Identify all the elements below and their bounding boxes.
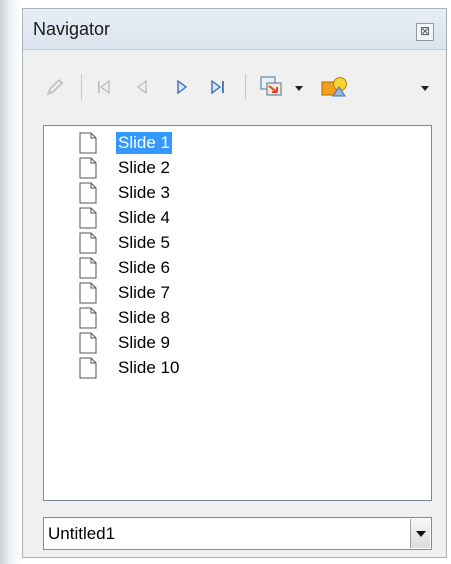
tree-item-slide-9[interactable]: Slide 9: [78, 330, 172, 355]
page-icon: [79, 132, 97, 153]
navigator-toolbar: [23, 67, 446, 107]
tree-item-label: Slide 9: [118, 332, 170, 352]
previous-slide-icon: [136, 79, 147, 95]
page-icon: [79, 332, 97, 353]
document-select-button[interactable]: [410, 519, 430, 548]
pencil-icon: [46, 78, 64, 96]
tree-item-label: Slide 8: [118, 307, 170, 327]
tree-item-label: Slide 10: [118, 357, 180, 377]
shapes-icon: [321, 77, 347, 97]
tree-item-label: Slide 4: [118, 207, 170, 227]
document-select-value: Untitled1: [48, 524, 116, 543]
tree-item-label: Slide 6: [118, 257, 170, 277]
previous-slide-button[interactable]: [127, 67, 157, 107]
drag-mode-icon: [260, 76, 282, 96]
tree-item-slide-4[interactable]: Slide 4: [78, 205, 172, 230]
tree-item-slide-5[interactable]: Slide 5: [78, 230, 172, 255]
shapes-dropdown-arrow[interactable]: [421, 86, 429, 91]
tree-item-label: Slide 2: [118, 157, 170, 177]
pen-button[interactable]: [39, 67, 71, 107]
page-icon: [79, 157, 97, 178]
tree-item-label: Slide 7: [118, 282, 170, 302]
drag-mode-dropdown-arrow[interactable]: [295, 86, 303, 91]
tree-item-slide-8[interactable]: Slide 8: [78, 305, 172, 330]
shapes-button[interactable]: [315, 67, 355, 107]
first-slide-button[interactable]: [89, 67, 119, 107]
tree-item-slide-1[interactable]: Slide 1: [78, 130, 172, 155]
tree-item-slide-3[interactable]: Slide 3: [78, 180, 172, 205]
navigator-panel: Navigator ⊠ Slide 1 Slide 2 Slide 3 Slid…: [22, 8, 447, 558]
chevron-down-icon: [415, 530, 426, 537]
document-select[interactable]: Untitled1: [43, 517, 432, 550]
title-bar: Navigator ⊠: [23, 9, 446, 50]
tree-item-label: Slide 5: [118, 232, 170, 252]
page-icon: [79, 282, 97, 303]
page-icon: [79, 357, 97, 378]
page-icon: [79, 232, 97, 253]
page-icon: [79, 307, 97, 328]
tree-item-slide-6[interactable]: Slide 6: [78, 255, 172, 280]
toolbar-separator: [81, 74, 82, 100]
page-icon: [79, 182, 97, 203]
tree-item-label: Slide 1: [116, 131, 172, 154]
page-icon: [79, 257, 97, 278]
first-slide-icon: [98, 79, 110, 95]
tree-item-label: Slide 3: [118, 182, 170, 202]
tree-item-slide-2[interactable]: Slide 2: [78, 155, 172, 180]
next-slide-icon: [177, 79, 188, 95]
drag-mode-button[interactable]: [253, 67, 291, 107]
page-icon: [79, 207, 97, 228]
last-slide-icon: [211, 79, 224, 95]
window-title: Navigator: [33, 19, 111, 39]
toolbar-separator: [245, 74, 246, 100]
close-button[interactable]: ⊠: [416, 23, 434, 41]
tree-item-slide-7[interactable]: Slide 7: [78, 280, 172, 305]
last-slide-button[interactable]: [203, 67, 233, 107]
next-slide-button[interactable]: [167, 67, 197, 107]
tree-item-slide-10[interactable]: Slide 10: [78, 355, 181, 380]
slide-tree[interactable]: Slide 1 Slide 2 Slide 3 Slide 4 Slide 5 …: [43, 125, 432, 501]
